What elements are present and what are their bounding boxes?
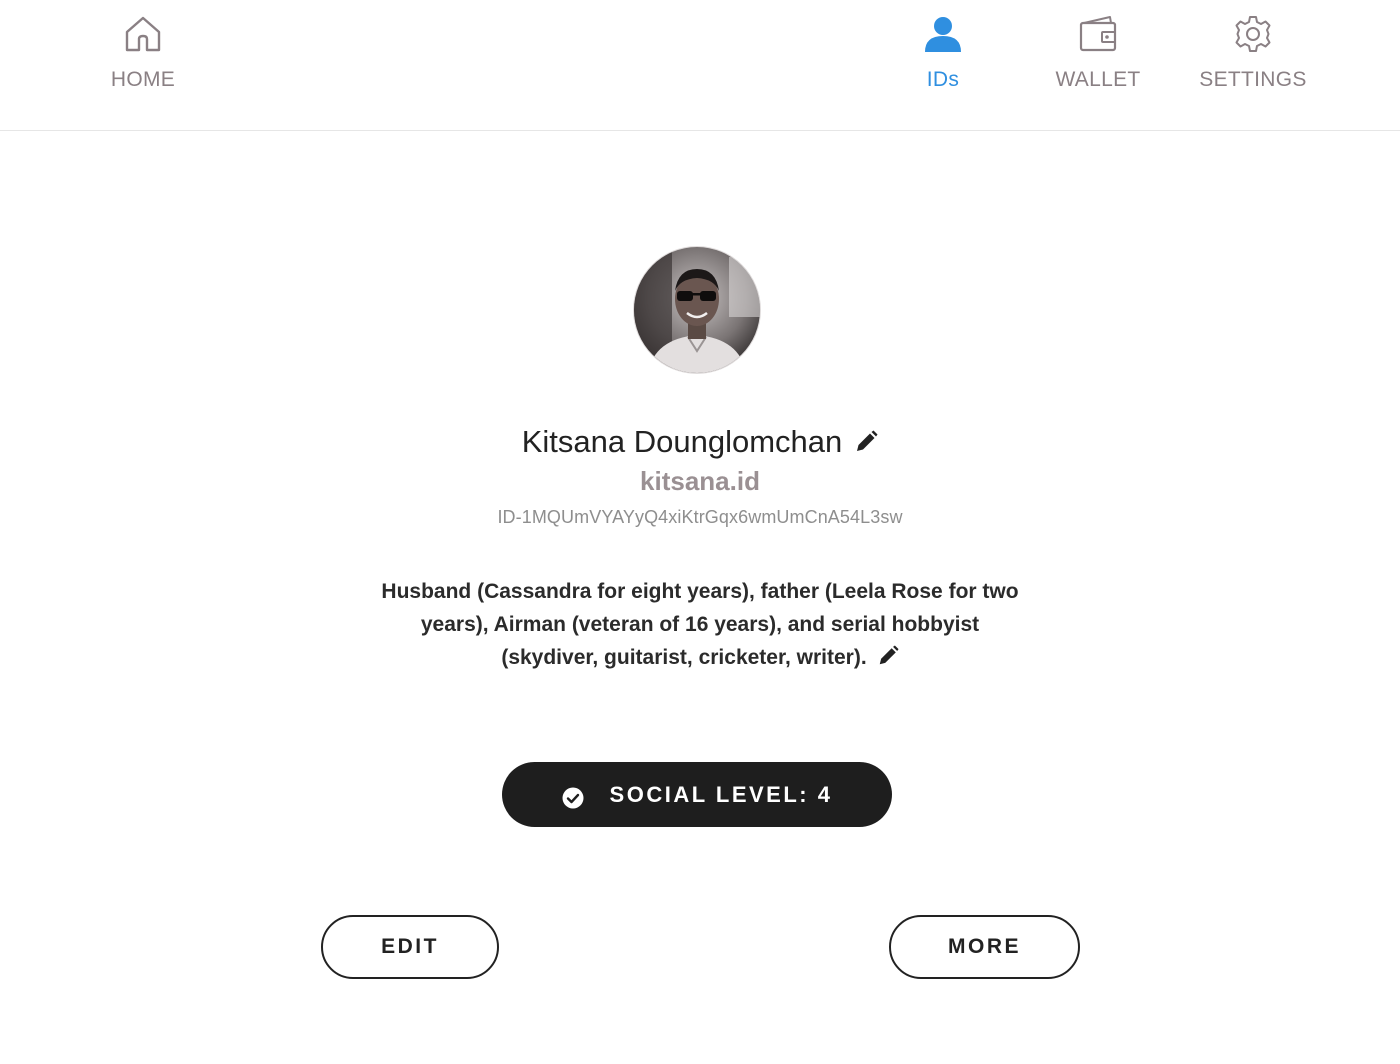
profile-name: Kitsana Dounglomchan [521,424,843,459]
social-level-label: SOCIAL LEVEL: 4 [609,781,833,807]
nav-home[interactable]: HOME [68,14,218,110]
wallet-icon [1079,16,1117,52]
nav-settings[interactable]: SETTINGS [1178,14,1328,110]
top-navigation: HOME IDs WALLET SETTINGS [0,0,1400,131]
nav-ids-label: IDs [926,68,960,91]
nav-wallet-label: WALLET [1055,68,1141,91]
nav-wallet[interactable]: WALLET [1023,14,1173,110]
avatar[interactable] [634,247,760,373]
edit-button[interactable]: EDIT [321,915,499,979]
more-button[interactable]: MORE [889,915,1080,979]
home-icon [125,16,161,52]
profile-photo [634,247,760,373]
social-level-badge[interactable]: SOCIAL LEVEL: 4 [502,762,892,827]
profile-bio: Husband (Cassandra for eight years), fat… [381,580,1019,669]
profile-bio-block: Husband (Cassandra for eight years), fat… [380,575,1020,674]
nav-settings-label: SETTINGS [1199,68,1307,91]
nav-ids[interactable]: IDs [868,14,1018,110]
profile-name-row: Kitsana Dounglomchan [0,424,1400,460]
gear-icon [1235,16,1271,52]
pencil-icon[interactable] [854,430,878,454]
profile-id: ID-1MQUmVYAYyQ4xiKtrGqx6wmUmCnA54L3sw [497,507,903,527]
nav-home-label: HOME [110,68,176,91]
profile-handle: kitsana.id [640,466,760,496]
check-circle-icon [562,787,584,808]
pencil-icon[interactable] [877,645,899,667]
user-icon [925,17,961,52]
